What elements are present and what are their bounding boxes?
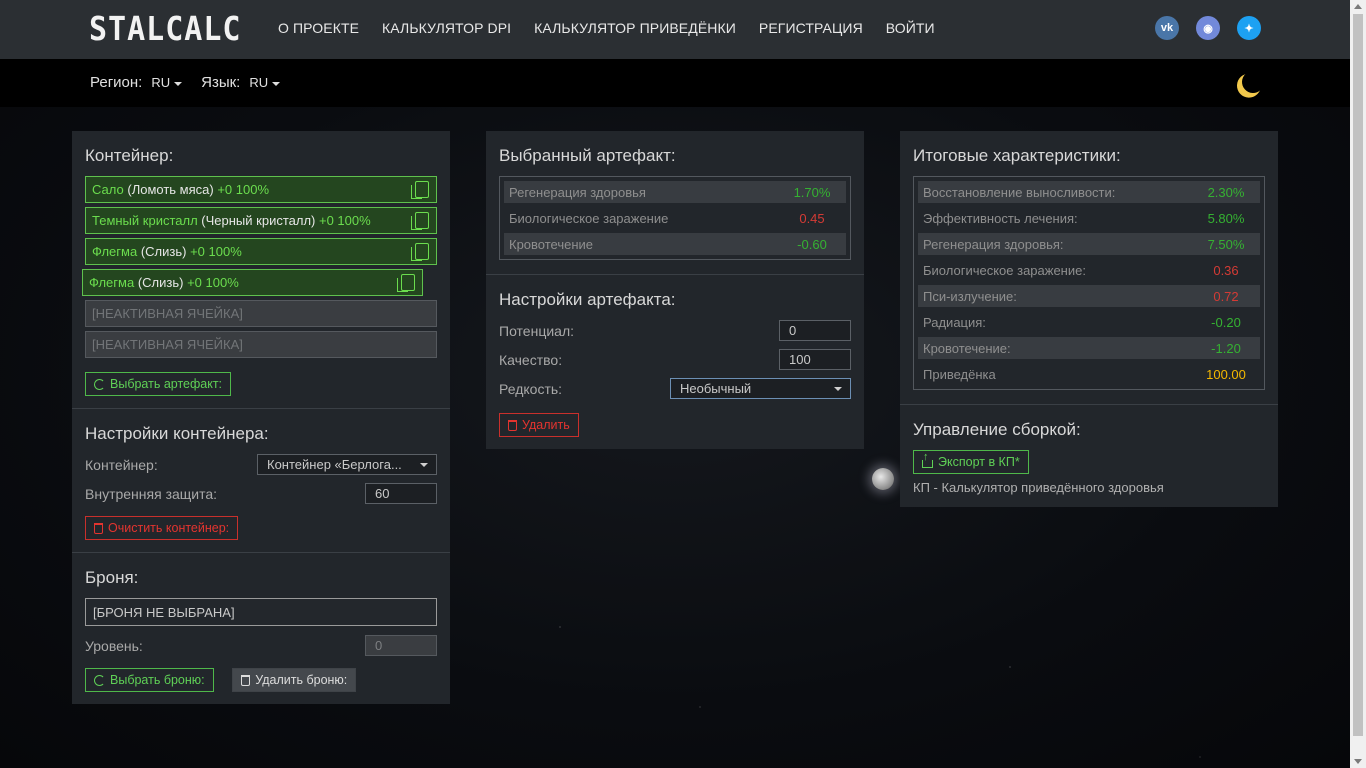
rarity-label: Редкость: bbox=[499, 380, 563, 397]
potential-label: Потенциал: bbox=[499, 322, 574, 339]
armor-level-input[interactable]: 0 bbox=[365, 635, 437, 656]
social-links: vk ◉ ✦ bbox=[1155, 16, 1261, 40]
copy-icon[interactable] bbox=[411, 181, 429, 199]
quality-input[interactable]: 100 bbox=[779, 349, 851, 370]
stat-row: Восстановление выносливости: 2.30% bbox=[918, 181, 1260, 203]
region-label: Регион: bbox=[90, 74, 143, 91]
copy-icon[interactable] bbox=[397, 274, 415, 292]
page-scrollbar[interactable] bbox=[1350, 0, 1366, 768]
nav-dpi-calculator[interactable]: КАЛЬКУЛЯТОР DPI bbox=[382, 20, 511, 36]
scroll-down-icon[interactable] bbox=[1354, 759, 1362, 764]
inner-protection-label: Внутренняя защита: bbox=[85, 485, 218, 502]
nav-reduced-health-calculator[interactable]: КАЛЬКУЛЯТОР ПРИВЕДЁНКИ bbox=[534, 20, 736, 36]
select-armor-button[interactable]: Выбрать броню: bbox=[85, 668, 214, 692]
artifact-settings-section: Настройки артефакта: Потенциал: 0 Качест… bbox=[486, 275, 864, 449]
artifact-panel: Выбранный артефакт: Регенерация здоровья… bbox=[486, 131, 864, 449]
inactive-slot: [НЕАКТИВНАЯ ЯЧЕЙКА] bbox=[85, 300, 437, 327]
artifact-slot-selected[interactable]: Флегма (Слизь) +0 100% bbox=[82, 269, 423, 296]
stat-row-reduced-health: Приведёнка 100.00 bbox=[923, 366, 1246, 382]
build-section: Управление сборкой: Экспорт в КП* КП - К… bbox=[900, 405, 1278, 507]
armor-level-label: Уровень: bbox=[85, 637, 143, 654]
stat-row: Эффективность лечения: 5.80% bbox=[923, 210, 1245, 226]
nav-about[interactable]: О ПРОЕКТЕ bbox=[278, 20, 359, 36]
select-artifact-button[interactable]: Выбрать артефакт: bbox=[85, 372, 232, 396]
region-dropdown[interactable]: RU bbox=[151, 75, 183, 90]
artifact-stats: Регенерация здоровья 1.70% Биологическое … bbox=[499, 176, 851, 260]
export-footnote: КП - Калькулятор приведённого здоровья bbox=[913, 480, 1164, 495]
main-nav: О ПРОЕКТЕ КАЛЬКУЛЯТОР DPI КАЛЬКУЛЯТОР ПР… bbox=[278, 20, 958, 36]
artifact-slot[interactable]: Темный кристалл (Черный кристалл) +0 100… bbox=[85, 207, 437, 234]
nav-login[interactable]: ВОЙТИ bbox=[886, 20, 935, 36]
chevron-down-icon bbox=[174, 81, 183, 86]
stat-row: Кровотечение -0.60 bbox=[504, 233, 846, 255]
container-settings-section: Настройки контейнера: Контейнер: Контейн… bbox=[72, 409, 450, 553]
artifact-settings-title: Настройки артефакта: bbox=[499, 290, 676, 309]
top-navbar: STALCALC О ПРОЕКТЕ КАЛЬКУЛЯТОР DPI КАЛЬК… bbox=[0, 0, 1350, 59]
moon-decoration bbox=[872, 468, 894, 490]
container-settings-title: Настройки контейнера: bbox=[85, 424, 269, 443]
scrollbar-thumb[interactable] bbox=[1353, 14, 1363, 736]
copy-icon[interactable] bbox=[411, 243, 429, 261]
selected-artifact-title: Выбранный артефакт: bbox=[499, 146, 676, 165]
chevron-down-icon bbox=[420, 463, 428, 467]
language-label: Язык: bbox=[201, 74, 241, 91]
armor-title: Броня: bbox=[85, 568, 139, 587]
chevron-down-icon bbox=[834, 387, 842, 391]
rarity-select[interactable]: Необычный bbox=[670, 378, 851, 399]
potential-input[interactable]: 0 bbox=[779, 320, 851, 341]
selected-artifact-section: Выбранный артефакт: Регенерация здоровья… bbox=[486, 131, 864, 275]
language-dropdown[interactable]: RU bbox=[249, 75, 281, 90]
clear-container-button[interactable]: Очистить контейнер: bbox=[85, 516, 239, 540]
stat-row: Радиация: -0.20 bbox=[923, 314, 1241, 330]
artifact-slot[interactable]: Сало (Ломоть мяса) +0 100% bbox=[85, 176, 437, 203]
inactive-slot: [НЕАКТИВНАЯ ЯЧЕЙКА] bbox=[85, 331, 437, 358]
trash-icon bbox=[508, 419, 517, 431]
quality-label: Качество: bbox=[499, 351, 563, 368]
results-section: Итоговые характеристики: Восстановление … bbox=[900, 131, 1278, 405]
twitter-icon[interactable]: ✦ bbox=[1237, 16, 1261, 40]
vk-icon[interactable]: vk bbox=[1155, 16, 1179, 40]
armor-section: Броня: [БРОНЯ НЕ ВЫБРАНА] Уровень: 0 Выб… bbox=[72, 553, 450, 704]
results-title: Итоговые характеристики: bbox=[913, 146, 1121, 165]
artifact-slot[interactable]: Флегма (Слизь) +0 100% bbox=[85, 238, 437, 265]
discord-icon[interactable]: ◉ bbox=[1196, 16, 1220, 40]
container-label: Контейнер: bbox=[85, 456, 158, 473]
nav-register[interactable]: РЕГИСТРАЦИЯ bbox=[759, 20, 863, 36]
stat-row: Биологическое заражение: 0.36 bbox=[923, 262, 1239, 278]
container-select[interactable]: Контейнер «Берлога... bbox=[257, 454, 437, 475]
stat-row: Биологическое заражение 0.45 bbox=[509, 210, 825, 226]
stat-row: Регенерация здоровья: 7.50% bbox=[918, 233, 1260, 255]
copy-icon[interactable] bbox=[411, 212, 429, 230]
export-button[interactable]: Экспорт в КП* bbox=[913, 450, 1029, 474]
settings-bar: Регион: RU Язык: RU bbox=[0, 59, 1350, 107]
inner-protection-input[interactable]: 60 bbox=[365, 483, 437, 504]
refresh-icon bbox=[94, 378, 105, 390]
stat-row: Кровотечение: -1.20 bbox=[918, 337, 1260, 359]
site-logo[interactable]: STALCALC bbox=[89, 10, 242, 49]
results-panel: Итоговые характеристики: Восстановление … bbox=[900, 131, 1278, 507]
delete-artifact-button[interactable]: Удалить bbox=[499, 413, 579, 437]
delete-armor-button[interactable]: Удалить броню: bbox=[232, 668, 357, 692]
stat-row: Пси-излучение: 0.72 bbox=[918, 285, 1260, 307]
container-title: Контейнер: bbox=[85, 146, 174, 165]
stat-row: Регенерация здоровья 1.70% bbox=[504, 181, 846, 203]
chevron-down-icon bbox=[272, 81, 281, 86]
trash-icon bbox=[241, 674, 251, 686]
trash-icon bbox=[94, 522, 103, 534]
armor-field[interactable]: [БРОНЯ НЕ ВЫБРАНА] bbox=[85, 598, 437, 626]
scroll-up-icon[interactable] bbox=[1354, 4, 1362, 9]
refresh-icon bbox=[94, 674, 105, 686]
container-panel: Контейнер: Сало (Ломоть мяса) +0 100% Те… bbox=[72, 131, 450, 704]
results-stats: Восстановление выносливости: 2.30% Эффект… bbox=[913, 176, 1265, 390]
container-section: Контейнер: Сало (Ломоть мяса) +0 100% Те… bbox=[72, 131, 450, 409]
upload-icon bbox=[922, 451, 933, 468]
build-title: Управление сборкой: bbox=[913, 420, 1081, 439]
